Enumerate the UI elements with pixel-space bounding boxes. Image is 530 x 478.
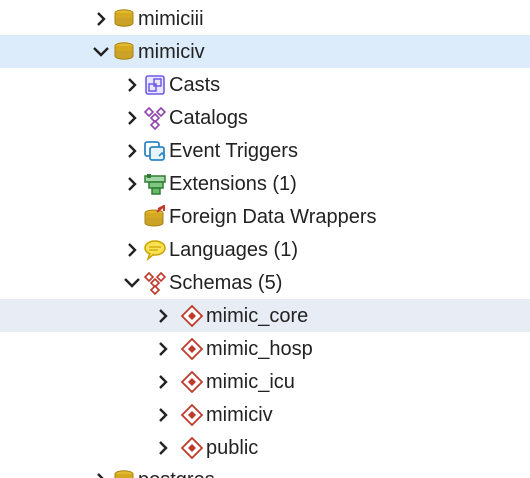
chevron-right-icon[interactable] <box>123 76 141 94</box>
extensions-icon <box>143 172 167 196</box>
tree-node-mimiciv-database[interactable]: mimiciv <box>0 35 530 68</box>
tree-node-label: mimic_hosp <box>206 337 313 360</box>
tree-node-label: mimiciii <box>138 7 204 30</box>
languages-icon <box>143 238 167 262</box>
schema-icon <box>180 403 204 427</box>
tree-node-label: Event Triggers <box>169 139 298 162</box>
chevron-right-icon[interactable] <box>154 373 172 391</box>
tree-node-foreign-data-wrappers[interactable]: Foreign Data Wrappers <box>0 200 530 233</box>
tree-node-label: Casts <box>169 73 221 96</box>
tree-node-label: mimic_core <box>206 304 309 327</box>
chevron-right-icon[interactable] <box>154 439 172 457</box>
schema-icon <box>180 304 204 328</box>
tree-node-event-triggers[interactable]: Event Triggers <box>0 134 530 167</box>
tree-node-label: Schemas (5) <box>169 271 283 294</box>
tree-node-extensions[interactable]: Extensions (1) <box>0 167 530 200</box>
tree-node-schema-public[interactable]: public <box>0 431 530 464</box>
tree-node-schema-mimiciv[interactable]: mimiciv <box>0 398 530 431</box>
chevron-right-icon[interactable] <box>123 175 141 193</box>
chevron-right-icon[interactable] <box>123 241 141 259</box>
chevron-right-icon[interactable] <box>154 307 172 325</box>
foreign-data-wrappers-icon <box>143 204 167 229</box>
chevron-right-icon[interactable] <box>123 142 141 160</box>
database-icon <box>112 7 136 31</box>
tree-node-label: Languages (1) <box>169 238 298 261</box>
tree-node-label: Extensions (1) <box>169 172 297 195</box>
tree-node-label: Foreign Data Wrappers <box>169 205 377 228</box>
chevron-right-icon[interactable] <box>154 340 172 358</box>
tree-node-schemas[interactable]: Schemas (5) <box>0 266 530 299</box>
casts-icon <box>143 73 167 97</box>
chevron-right-icon[interactable] <box>92 10 110 28</box>
tree-node-label: public <box>206 436 259 459</box>
schemas-icon <box>143 271 167 295</box>
tree-node-label: mimic_icu <box>206 370 295 393</box>
schema-icon <box>180 337 204 361</box>
tree-node-schema-mimic-core[interactable]: mimic_core <box>0 299 530 332</box>
tree-node-label: postgres <box>138 468 215 478</box>
event-triggers-icon <box>143 139 167 163</box>
tree-node-schema-mimic-hosp[interactable]: mimic_hosp <box>0 332 530 365</box>
tree-node-mimiciii[interactable]: mimiciii <box>0 2 530 35</box>
catalogs-icon <box>143 106 167 130</box>
tree-node-languages[interactable]: Languages (1) <box>0 233 530 266</box>
database-icon <box>112 40 136 64</box>
tree-node-casts[interactable]: Casts <box>0 68 530 101</box>
chevron-right-icon[interactable] <box>154 406 172 424</box>
tree-node-postgres[interactable]: postgres <box>0 463 530 478</box>
tree-node-label: mimiciv <box>138 40 205 63</box>
chevron-right-icon[interactable] <box>92 471 110 478</box>
schema-icon <box>180 436 204 460</box>
tree-node-catalogs[interactable]: Catalogs <box>0 101 530 134</box>
tree-node-label: Catalogs <box>169 106 248 129</box>
tree-node-schema-mimic-icu[interactable]: mimic_icu <box>0 365 530 398</box>
schema-icon <box>180 370 204 394</box>
chevron-down-icon[interactable] <box>123 274 141 292</box>
tree-node-label: mimiciv <box>206 403 273 426</box>
object-explorer-tree: mimiciii mimiciv Casts Catalogs Event Tr… <box>0 0 530 478</box>
chevron-right-icon[interactable] <box>123 109 141 127</box>
database-icon <box>112 468 136 478</box>
chevron-down-icon[interactable] <box>92 43 110 61</box>
